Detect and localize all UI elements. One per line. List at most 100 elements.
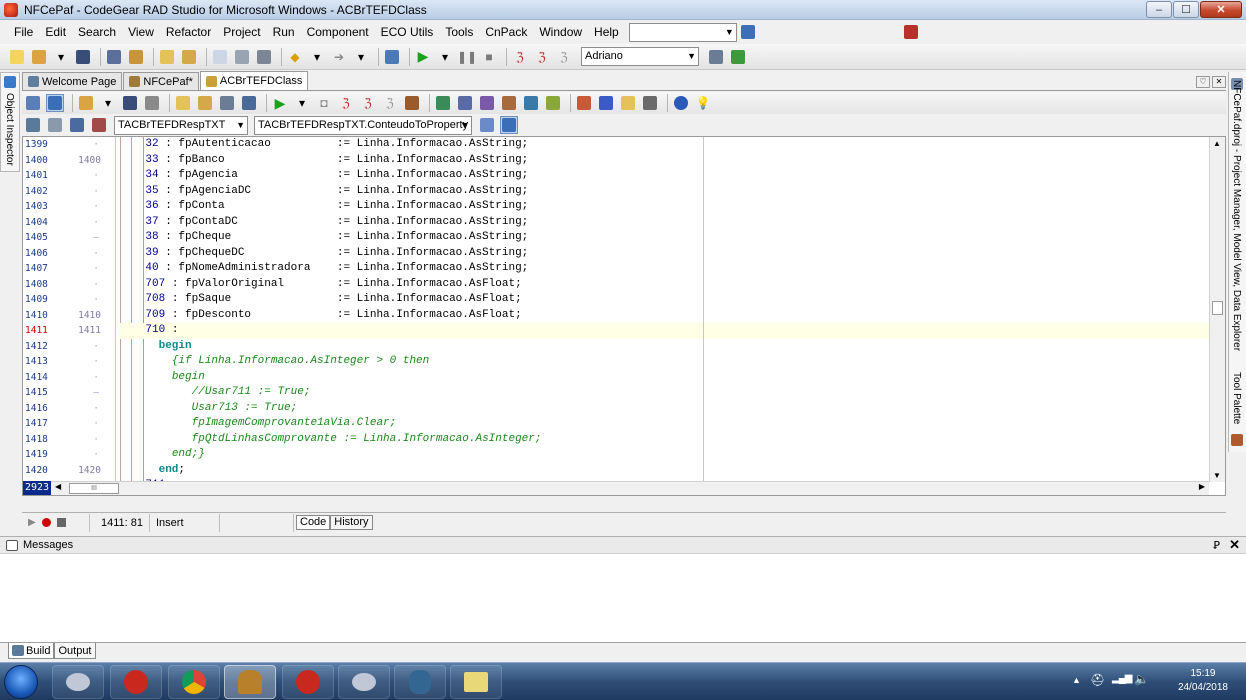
taskbar-app-2[interactable] xyxy=(110,665,162,699)
code-line[interactable]: Usar713 := True; xyxy=(119,401,298,417)
dropdown-arrow-icon[interactable]: ▾ xyxy=(99,94,117,112)
view-unit-icon[interactable] xyxy=(255,48,273,66)
gutter-line[interactable]: 1416 · xyxy=(23,401,109,417)
gutter-line[interactable]: 1415 – xyxy=(23,385,109,401)
lightbulb-icon[interactable]: 💡 xyxy=(694,94,712,112)
code-line[interactable]: begin xyxy=(119,339,192,355)
code-line[interactable]: 34 : fpAgencia := Linha.Informacao.AsStr… xyxy=(119,168,528,184)
pin-icon[interactable]: Ꝑ xyxy=(1213,539,1220,552)
cnpack-tool-1-icon[interactable] xyxy=(434,94,452,112)
code-line[interactable]: 38 : fpCheque := Linha.Informacao.AsStri… xyxy=(119,230,528,246)
gutter-line[interactable]: 1408 · xyxy=(23,277,109,293)
align-icon[interactable] xyxy=(478,116,496,134)
tab-welcome-page[interactable]: Welcome Page xyxy=(22,72,123,90)
play-macro-icon[interactable]: ▶ xyxy=(28,514,36,532)
taskbar-app-1[interactable] xyxy=(52,665,104,699)
record-macro-icon[interactable] xyxy=(41,518,51,527)
cnpack-tool-3-icon[interactable] xyxy=(478,94,496,112)
gutter-line[interactable]: 1399 · xyxy=(23,137,109,153)
help-icon[interactable] xyxy=(672,94,690,112)
menu-eco-utils[interactable]: ECO Utils xyxy=(375,21,440,43)
code-line[interactable]: 707 : fpValorOriginal := Linha.Informaca… xyxy=(119,277,521,293)
add-icon[interactable] xyxy=(174,94,192,112)
object-inspector-tab[interactable]: Object Inspector xyxy=(0,72,20,172)
add-file-icon[interactable] xyxy=(158,48,176,66)
code-line[interactable]: 40 : fpNomeAdministradora := Linha.Infor… xyxy=(119,261,528,277)
code-line[interactable]: end; xyxy=(119,463,185,479)
remove-file-icon[interactable] xyxy=(180,48,198,66)
tab-acbrtefdclass[interactable]: ACBrTEFDClass xyxy=(199,71,309,90)
cnpack-tool-10-icon[interactable] xyxy=(641,94,659,112)
code-editor[interactable]: 1399 · 1400 1400 1401 · 1402 · 1403 · 1404 · 1405–14… xyxy=(22,136,1226,496)
tab-history[interactable]: History xyxy=(330,515,373,530)
menu-component[interactable]: Component xyxy=(301,21,375,43)
unit-scope-icon[interactable] xyxy=(24,116,42,134)
open-project-icon[interactable] xyxy=(127,48,145,66)
menu-edit[interactable]: Edit xyxy=(39,21,72,43)
spartan-helmet-icon[interactable] xyxy=(904,25,918,39)
gutter-line[interactable]: 1409 · xyxy=(23,292,109,308)
toggle-form-icon[interactable] xyxy=(233,48,251,66)
close-tab-icon[interactable]: ✕ xyxy=(1212,76,1226,88)
cnpack-tool-2-icon[interactable] xyxy=(456,94,474,112)
pause-icon[interactable]: ❚❚ xyxy=(457,48,477,66)
volume-icon[interactable]: 🔈 xyxy=(1134,672,1149,686)
gutter-line[interactable]: 1413 · xyxy=(23,354,109,370)
new-icon[interactable] xyxy=(8,48,26,66)
menu-search[interactable]: Search xyxy=(72,21,122,43)
gutter-line[interactable]: 1406 · xyxy=(23,246,109,262)
gutter-line[interactable]: 1402 · xyxy=(23,184,109,200)
code-line[interactable]: //Usar711 := True; xyxy=(119,385,311,401)
gutter-line[interactable]: 1414 · xyxy=(23,370,109,386)
code-line[interactable]: 708 : fpSaque := Linha.Informacao.AsFloa… xyxy=(119,292,521,308)
menu-help[interactable]: Help xyxy=(588,21,625,43)
step-over-icon[interactable]: ℨ xyxy=(533,48,551,66)
gutter-line[interactable]: 1411 1411 xyxy=(23,323,109,339)
cnpack-tool-6-icon[interactable] xyxy=(544,94,562,112)
menu-project[interactable]: Project xyxy=(217,21,266,43)
show-hidden-icons-icon[interactable]: ▲ xyxy=(1072,675,1081,685)
stop-macro-icon[interactable] xyxy=(56,518,66,527)
tab-code[interactable]: Code xyxy=(296,515,331,530)
menu-refactor[interactable]: Refactor xyxy=(160,21,217,43)
options-icon[interactable] xyxy=(218,94,236,112)
print-icon[interactable] xyxy=(143,94,161,112)
cnpack-tool-7-icon[interactable] xyxy=(575,94,593,112)
tab-nfcepaf[interactable]: NFCePaf* xyxy=(123,72,199,90)
run-to-cursor-icon[interactable]: ℨ xyxy=(555,48,573,66)
desktop-layout-combo[interactable]: Adriano ▼ xyxy=(581,47,699,66)
cnpack-tool-5-icon[interactable] xyxy=(522,94,540,112)
code-line[interactable]: {if Linha.Informacao.AsInteger > 0 then xyxy=(119,354,429,370)
toggle-view-icon[interactable] xyxy=(24,94,42,112)
debug-icon[interactable] xyxy=(403,94,421,112)
step-into-icon[interactable]: ℨ xyxy=(511,48,529,66)
format-icon[interactable] xyxy=(500,116,518,134)
taskbar-app-6[interactable] xyxy=(338,665,390,699)
taskbar-postgresql[interactable] xyxy=(394,665,446,699)
code-area[interactable]: 32 : fpAutenticacao := Linha.Informacao.… xyxy=(119,137,1209,482)
messages-list[interactable] xyxy=(0,554,1246,642)
implementation-icon[interactable] xyxy=(90,116,108,134)
menu-file[interactable]: File xyxy=(8,21,39,43)
tab-list-icon[interactable]: ♡ xyxy=(1196,76,1210,88)
copy-icon[interactable] xyxy=(211,48,229,66)
set-debug-desktop-icon[interactable] xyxy=(729,48,747,66)
gutter-line[interactable]: 1403 · xyxy=(23,199,109,215)
start-button[interactable] xyxy=(4,665,38,699)
scroll-thumb[interactable] xyxy=(1212,301,1223,315)
cnpack-tool-9-icon[interactable] xyxy=(619,94,637,112)
code-line[interactable]: 37 : fpContaDC := Linha.Informacao.AsStr… xyxy=(119,215,528,231)
save-icon[interactable] xyxy=(74,48,92,66)
menu-run[interactable]: Run xyxy=(267,21,301,43)
close-button[interactable]: ✕ xyxy=(1200,1,1242,18)
cnpack-tool-4-icon[interactable] xyxy=(500,94,518,112)
structure-icon[interactable] xyxy=(46,94,64,112)
gutter-line[interactable]: 1405 – xyxy=(23,230,109,246)
code-line[interactable]: 36 : fpConta := Linha.Informacao.AsStrin… xyxy=(119,199,528,215)
clock[interactable]: 15:19 24/04/2018 xyxy=(1178,667,1228,695)
stop-icon[interactable]: ◘ xyxy=(315,94,333,112)
maximize-button[interactable]: ☐ xyxy=(1173,1,1199,18)
gutter-line[interactable]: 1412 · xyxy=(23,339,109,355)
dropdown-arrow-icon[interactable]: ▾ xyxy=(52,48,70,66)
tab-output[interactable]: Output xyxy=(54,643,96,659)
